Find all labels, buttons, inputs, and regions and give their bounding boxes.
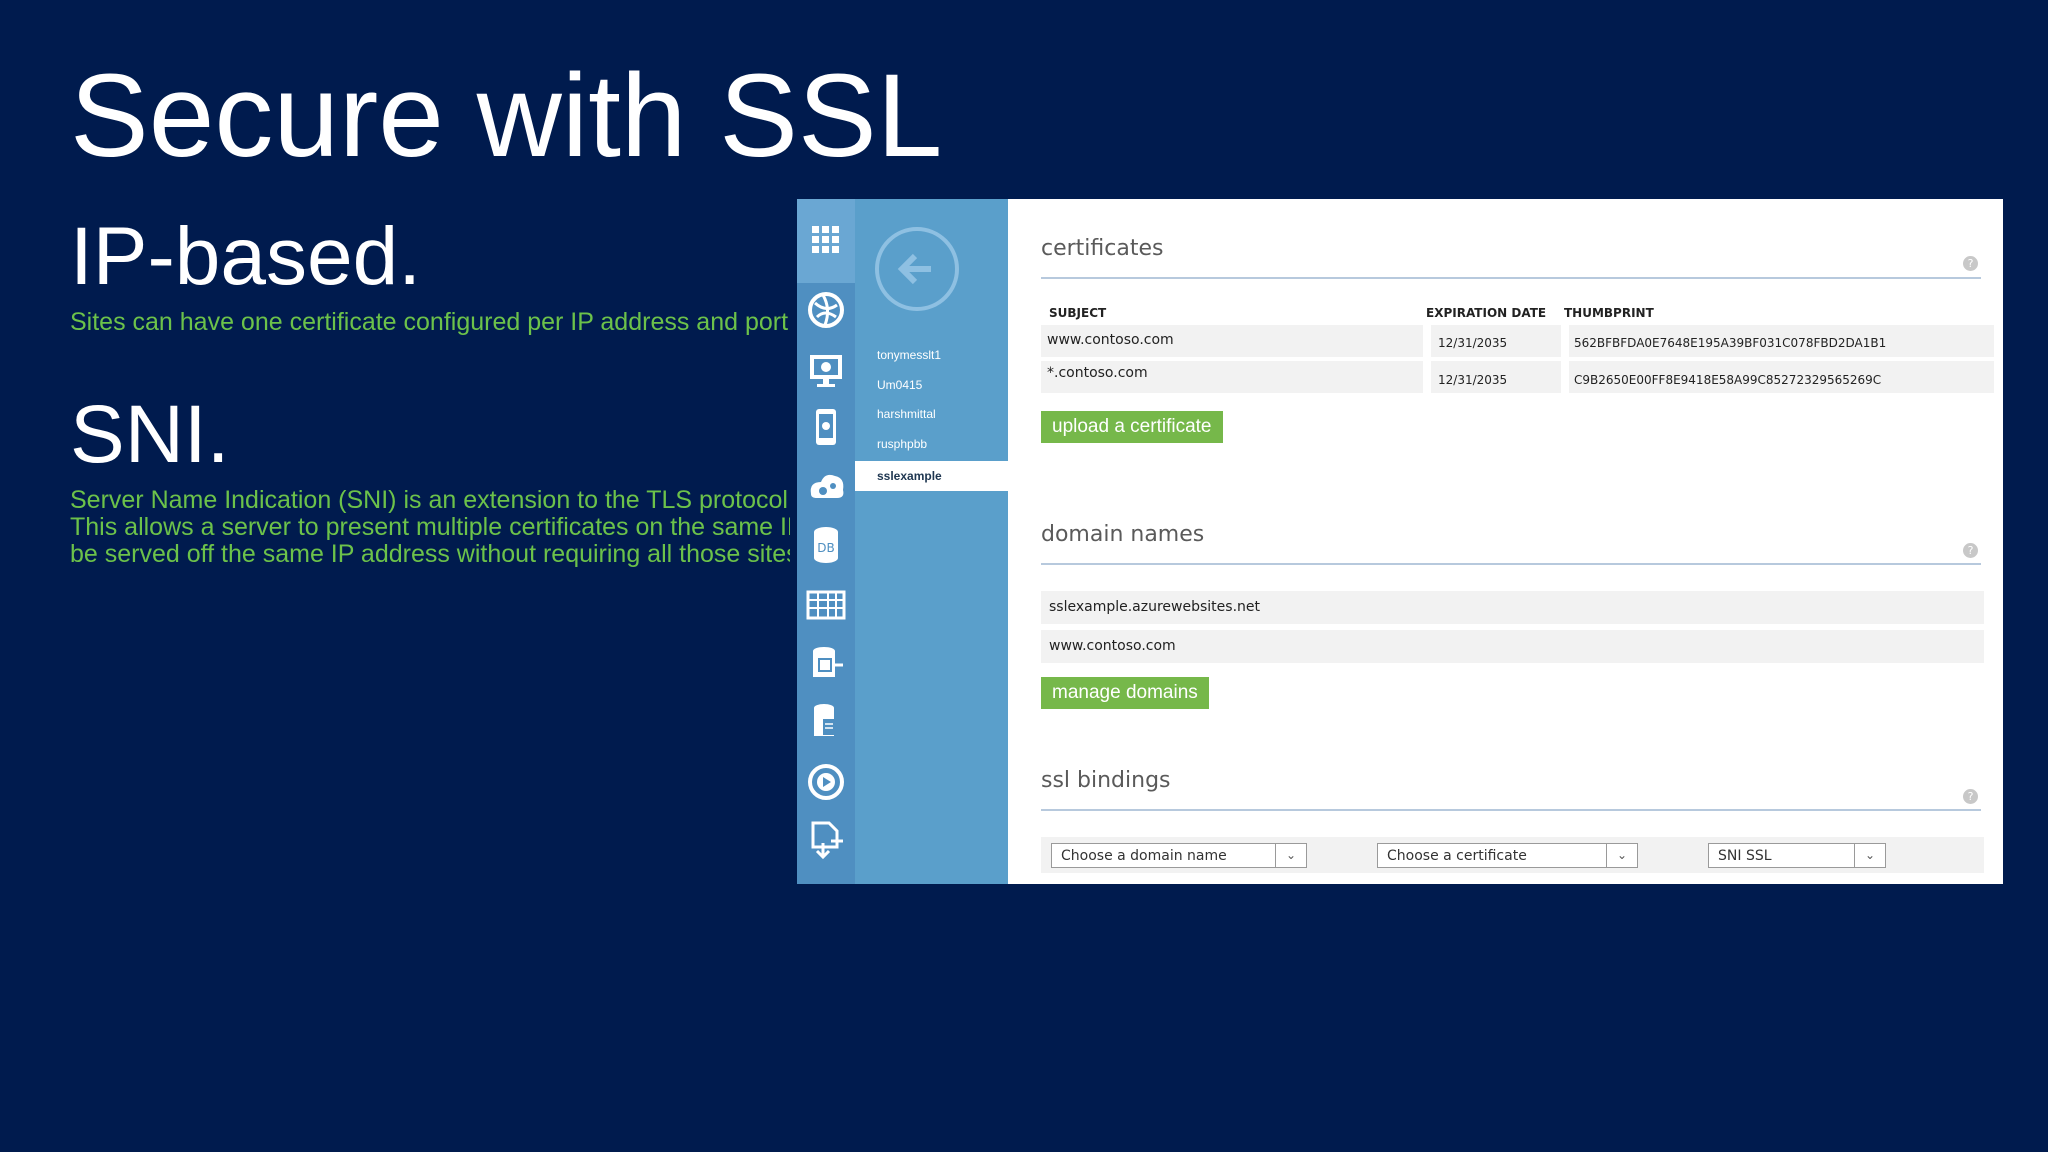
slide-title: Secure with SSL [70,50,943,182]
back-button[interactable] [875,227,959,311]
certificate-expiration: 12/31/2035 [1438,373,1508,387]
certificate-select-value: Choose a certificate [1387,848,1527,864]
domain-name-select[interactable]: Choose a domain name ⌄ [1051,843,1307,868]
chevron-down-icon: ⌄ [1275,844,1306,867]
certificates-title: certificates [1041,236,1164,261]
site-item-sslexample[interactable]: sslexample [855,461,1008,491]
gears-icon[interactable] [803,464,849,510]
database-label: DB [817,541,834,555]
sni-heading: SNI. [70,389,230,480]
list-item: www.contoso.com [1041,630,1984,663]
certificates-divider [1041,277,1981,279]
table-icon[interactable] [803,582,849,628]
domain-name: www.contoso.com [1049,638,1176,654]
domain-name-select-value: Choose a domain name [1061,848,1227,864]
chevron-down-icon: ⌄ [1606,844,1637,867]
ssl-bindings-help-icon[interactable]: ? [1963,789,1978,804]
storage-icon[interactable] [803,641,849,687]
certificate-thumbprint: C9B2650E00FF8E9418E58A99C85272329565269C [1574,373,1882,387]
ssl-bindings-title: ssl bindings [1041,768,1171,793]
sni-description: Server Name Indication (SNI) is an exten… [70,487,790,568]
site-item-harshmittal[interactable]: harshmittal [877,407,936,421]
site-item-tonymesslt1[interactable]: tonymesslt1 [877,348,941,362]
certificate-select[interactable]: Choose a certificate ⌄ [1377,843,1638,868]
column-thumbprint: THUMBPRINT [1564,306,1654,320]
import-icon[interactable] [803,817,849,863]
domain-name: sslexample.azurewebsites.net [1049,599,1261,615]
globe-icon[interactable] [803,287,849,333]
mobile-icon[interactable] [803,404,849,450]
column-expiration-date: EXPIRATION DATE [1426,306,1547,320]
certificate-subject: *.contoso.com [1047,365,1148,381]
ssl-type-select-value: SNI SSL [1718,848,1772,864]
site-list-panel: tonymesslt1 Um0415 harshmittal rusphpbb … [855,199,1008,884]
site-configuration: certificates ? SUBJECT EXPIRATION DATE T… [1008,199,2003,884]
monitor-icon[interactable] [803,347,849,393]
azure-portal-screenshot: DB tonymesslt1 Um0415 harshmittal rusphp… [797,199,2003,884]
domain-names-help-icon[interactable]: ? [1963,543,1978,558]
site-item-rusphpbb[interactable]: rusphpbb [877,437,927,451]
sni-line-3: be served off the same IP address withou… [70,540,790,568]
media-icon[interactable] [803,759,849,805]
certificate-thumbprint: 562BFBFDA0E7648E195A39BF031C078FBD2DA1B1 [1574,336,1887,350]
domain-names-divider [1041,563,1981,565]
site-item-um0415[interactable]: Um0415 [877,378,922,392]
certificate-expiration: 12/31/2035 [1438,336,1508,350]
certificates-help-icon[interactable]: ? [1963,256,1978,271]
certificate-subject: www.contoso.com [1047,332,1174,348]
back-arrow-icon [897,253,931,285]
document-store-icon[interactable] [803,699,849,745]
list-item: sslexample.azurewebsites.net [1041,591,1984,624]
sni-line-2: This allows a server to present multiple… [70,513,790,541]
grid-icon[interactable] [803,217,849,263]
upload-certificate-button[interactable]: upload a certificate [1041,411,1223,443]
ssl-bindings-divider [1041,809,1981,811]
database-icon[interactable]: DB [803,522,849,568]
manage-domains-button[interactable]: manage domains [1041,677,1209,709]
column-subject: SUBJECT [1049,306,1107,320]
service-rail: DB [797,199,855,884]
ssl-type-select[interactable]: SNI SSL ⌄ [1708,843,1886,868]
domain-names-title: domain names [1041,522,1205,547]
ip-based-heading: IP-based. [70,211,421,302]
chevron-down-icon: ⌄ [1854,844,1885,867]
ip-based-description: Sites can have one certificate configure… [70,309,790,336]
sni-line-1: Server Name Indication (SNI) is an exten… [70,487,790,514]
